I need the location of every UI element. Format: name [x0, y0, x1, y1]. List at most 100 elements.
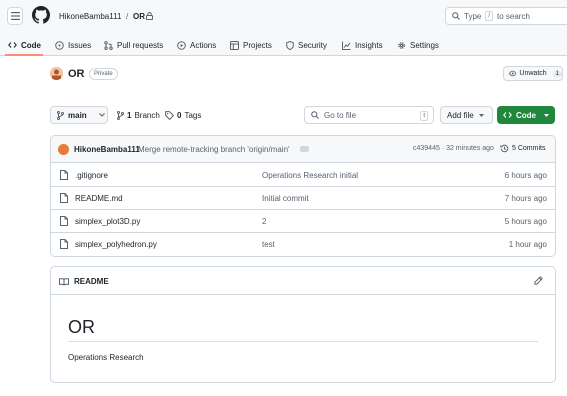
tab-pull-requests[interactable]: Pull requests	[104, 38, 163, 52]
tab-actions-label: Actions	[190, 40, 217, 50]
file-name[interactable]: .gitignore	[75, 171, 108, 180]
tab-issues[interactable]: Issues	[55, 38, 91, 52]
visibility-badge: Private	[89, 68, 118, 80]
watch-count: 1	[552, 70, 562, 77]
file-icon	[60, 239, 68, 249]
code-icon	[8, 42, 17, 48]
lock-icon	[146, 12, 153, 20]
go-to-file-input[interactable]: Go to file t	[304, 106, 434, 124]
active-tab-indicator	[5, 54, 43, 56]
branch-name: main	[68, 110, 87, 120]
branch-icon	[117, 111, 124, 120]
tab-insights-label: Insights	[355, 40, 383, 50]
tab-pull-requests-label: Pull requests	[117, 40, 164, 50]
branches-count: 1	[127, 111, 132, 120]
tags-link[interactable]: 0 Tags	[165, 111, 201, 120]
eye-icon	[509, 70, 517, 77]
branch-icon	[57, 110, 64, 120]
tab-insights[interactable]: Insights	[342, 38, 383, 52]
pull-request-icon	[104, 40, 113, 50]
add-file-button[interactable]: Add file	[440, 106, 493, 124]
repo-title[interactable]: OR	[68, 68, 85, 80]
file-age: 6 hours ago	[504, 171, 547, 180]
file-icon	[60, 193, 68, 203]
breadcrumb-separator: /	[126, 12, 129, 21]
file-row[interactable]: README.md Initial commit 7 hours ago	[51, 187, 555, 210]
commit-details-toggle[interactable]	[300, 146, 309, 152]
tab-code-label: Code	[21, 40, 41, 50]
search-placeholder-suffix: to search	[497, 11, 530, 21]
tab-issues-label: Issues	[68, 40, 92, 50]
history-icon	[500, 144, 509, 153]
commit-author-avatar[interactable]	[58, 144, 69, 155]
readme-heading: OR	[68, 317, 95, 337]
go-to-file-placeholder: Go to file	[324, 110, 357, 120]
breadcrumb-owner[interactable]: HikoneBamba111	[59, 12, 121, 21]
github-logo-icon[interactable]	[32, 6, 50, 24]
file-commit-message[interactable]: Operations Research initial	[262, 171, 358, 180]
file-age: 7 hours ago	[504, 194, 547, 203]
owner-avatar[interactable]	[50, 67, 63, 80]
commit-hash-time[interactable]: c439445 · 32 minutes ago	[413, 145, 494, 152]
unwatch-button[interactable]: Unwatch 1	[503, 66, 563, 81]
search-shortcut-key: /	[485, 11, 494, 21]
file-commit-message[interactable]: Initial commit	[262, 194, 309, 203]
file-browser: HikoneBamba111 Merge remote-tracking bra…	[50, 135, 556, 257]
search-placeholder-prefix: Type	[464, 11, 482, 21]
branch-selector[interactable]: main	[50, 106, 108, 124]
tab-code[interactable]: Code	[8, 38, 41, 52]
file-name[interactable]: README.md	[75, 194, 123, 203]
tags-count: 0	[177, 111, 182, 120]
breadcrumb-repo[interactable]: OR	[133, 12, 145, 21]
tab-settings-label: Settings	[410, 40, 439, 50]
file-commit-message[interactable]: test	[262, 240, 275, 249]
tag-icon	[165, 111, 174, 120]
commits-history-link[interactable]: 5 Commits	[500, 144, 545, 153]
file-age: 5 hours ago	[504, 217, 547, 226]
file-row[interactable]: simplex_plot3D.py 2 5 hours ago	[51, 210, 555, 233]
code-icon	[503, 112, 512, 118]
caret-down-icon	[478, 113, 484, 117]
menu-button[interactable]	[7, 7, 23, 25]
tab-security-label: Security	[298, 40, 327, 50]
add-file-label: Add file	[447, 110, 474, 120]
gear-icon	[398, 41, 405, 49]
branches-link[interactable]: 1 Branch	[117, 111, 160, 120]
chevron-down-icon	[98, 113, 105, 117]
readme-divider	[68, 341, 538, 342]
commit-message[interactable]: Merge remote-tracking branch 'origin/mai…	[138, 145, 290, 154]
go-to-file-shortcut: t	[420, 111, 428, 121]
readme-header: README	[51, 267, 555, 295]
tab-security[interactable]: Security	[286, 38, 327, 52]
play-icon	[177, 40, 186, 50]
repo-nav-tabs: Code Issues Pull requests Actions Projec…	[0, 34, 567, 56]
readme-tab-label: README	[74, 277, 109, 286]
tab-projects-label: Projects	[243, 40, 272, 50]
file-row[interactable]: .gitignore Operations Research initial 6…	[51, 164, 555, 187]
branches-label: Branch	[134, 111, 160, 120]
table-icon	[230, 40, 239, 50]
tab-projects[interactable]: Projects	[230, 38, 272, 52]
issue-icon	[55, 40, 64, 50]
search-icon	[311, 111, 319, 119]
search-icon	[452, 12, 460, 20]
hamburger-icon	[10, 12, 20, 20]
file-icon	[60, 170, 68, 180]
file-row[interactable]: simplex_polyhedron.py test 1 hour ago	[51, 233, 555, 256]
graph-icon	[342, 41, 351, 50]
file-name[interactable]: simplex_polyhedron.py	[75, 240, 157, 249]
readme-panel: README OR Operations Research	[50, 266, 556, 383]
tab-settings[interactable]: Settings	[397, 38, 439, 52]
code-dropdown-button[interactable]: Code	[497, 106, 555, 124]
readme-body: Operations Research	[68, 353, 144, 362]
unwatch-label: Unwatch	[519, 70, 547, 77]
file-commit-message[interactable]: 2	[262, 217, 266, 226]
tab-actions[interactable]: Actions	[177, 38, 216, 52]
latest-commit-bar: HikoneBamba111 Merge remote-tracking bra…	[51, 136, 555, 163]
global-search-input[interactable]: Type / to search	[445, 7, 567, 25]
file-name[interactable]: simplex_plot3D.py	[75, 217, 140, 226]
readme-tab[interactable]: README	[59, 277, 109, 286]
caret-down-icon	[544, 113, 549, 117]
commit-author[interactable]: HikoneBamba111	[74, 145, 140, 154]
pencil-icon[interactable]	[534, 276, 543, 285]
